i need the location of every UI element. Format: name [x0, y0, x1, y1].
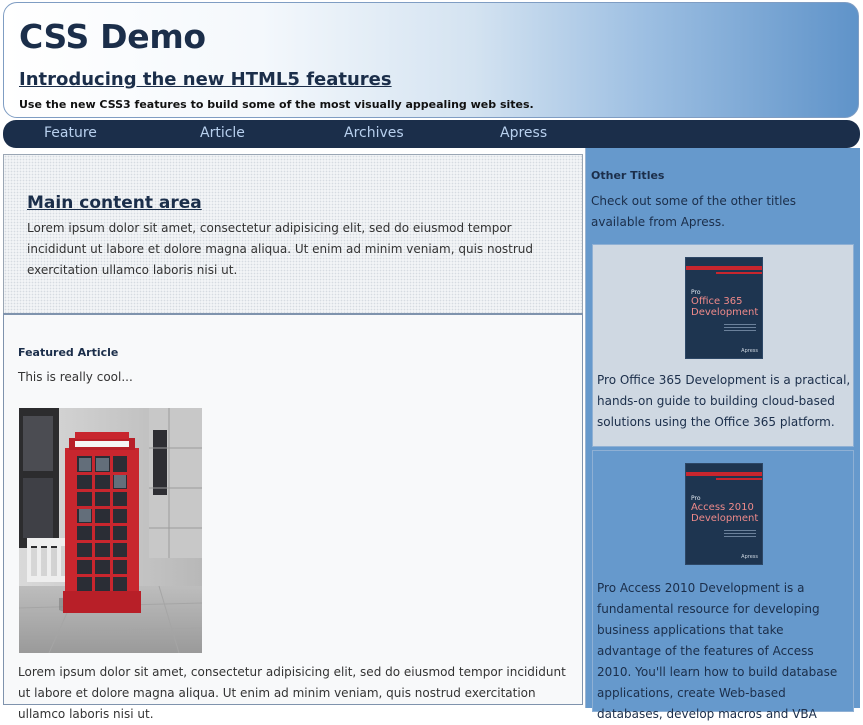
nav-item-apress[interactable]: Apress: [500, 125, 547, 141]
book-description: Pro Access 2010 Development is a fundame…: [597, 581, 838, 721]
book-cover-title: Access 2010 Development: [691, 502, 759, 524]
site-title: CSS Demo: [19, 17, 206, 56]
site-subtitle: Introducing the new HTML5 features: [19, 69, 392, 90]
book-cover-prefix: Pro: [691, 289, 701, 296]
featured-article-body: Lorem ipsum dolor sit amet, consectetur …: [18, 665, 566, 721]
featured-article-heading: Featured Article: [18, 346, 119, 359]
book-cover-prefix: Pro: [691, 495, 701, 502]
sidebar-intro: Check out some of the other titles avail…: [591, 194, 797, 229]
telephone-box-image: [19, 408, 202, 653]
page-header: CSS Demo Introducing the new HTML5 featu…: [3, 2, 859, 118]
book-cover-publisher: Apress: [741, 348, 758, 354]
featured-article-subtitle: This is really cool...: [18, 370, 133, 384]
main-nav: Feature Article Archives Apress: [3, 120, 860, 148]
main-content-text: Lorem ipsum dolor sit amet, consectetur …: [27, 221, 534, 277]
book-cover-publisher: Apress: [741, 554, 758, 560]
book-cover-access-2010[interactable]: Pro Access 2010 Development Apress: [686, 464, 762, 564]
sidebar-heading: Other Titles: [591, 169, 665, 182]
featured-article: Featured Article This is really cool...: [3, 313, 583, 721]
nav-item-feature[interactable]: Feature: [44, 125, 97, 141]
site-tagline: Use the new CSS3 features to build some …: [19, 98, 534, 111]
main-content-area: Main content area Lorem ipsum dolor sit …: [3, 154, 583, 314]
book-description: Pro Office 365 Development is a practica…: [597, 373, 851, 429]
book-card-access-2010: Pro Access 2010 Development Apress Pro A…: [592, 450, 854, 721]
book-cover-title: Office 365 Development: [691, 296, 759, 318]
nav-item-archives[interactable]: Archives: [344, 125, 404, 141]
book-cover-office-365[interactable]: Pro Office 365 Development Apress: [686, 258, 762, 358]
sidebar-other-titles: Other Titles Check out some of the other…: [585, 148, 860, 721]
nav-item-article[interactable]: Article: [200, 125, 245, 141]
book-card-office-365: Pro Office 365 Development Apress Pro Of…: [592, 244, 854, 447]
main-content-heading: Main content area: [27, 193, 202, 213]
